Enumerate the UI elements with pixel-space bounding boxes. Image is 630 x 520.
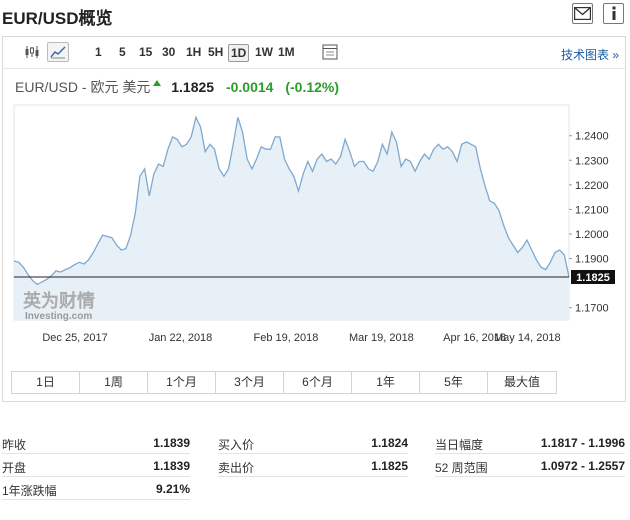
y-axis-tick-label: 1.2000 [575, 229, 609, 241]
stat-label: 买入价 [218, 438, 255, 452]
range-1m[interactable]: 1个月 [148, 372, 216, 393]
price-chart[interactable]: 英为财情Investing.com 1.1825 1.2400 1.2300 1.220… [3, 37, 627, 403]
y-axis-tick-label: 1.2300 [575, 155, 609, 167]
chart-panel: 1 5 15 30 1H 5H 1D 1W 1M 技术图表 » EUR/USD … [2, 36, 626, 402]
stats-column-3: 当日幅度 1.1817 - 1.1996 52 周范围 1.0972 - 1.2… [435, 431, 625, 477]
stat-label: 开盘 [2, 461, 27, 475]
info-icon [612, 6, 615, 20]
stat-row: 1年涨跌幅 9.21% [2, 477, 190, 500]
stat-row: 开盘 1.1839 [2, 454, 190, 477]
stat-value: 1.1839 [153, 436, 190, 450]
watermark-logo-text: 英为财情 [22, 290, 95, 312]
stat-label: 当日幅度 [435, 438, 484, 452]
range-1y[interactable]: 1年 [352, 372, 420, 393]
stat-row: 昨收 1.1839 [2, 431, 190, 454]
range-1d[interactable]: 1日 [12, 372, 80, 393]
y-axis-tick-label: 1.1900 [575, 254, 609, 266]
watermark-site-text: Investing.com [25, 311, 92, 322]
x-axis-tick-label: May 14, 2018 [494, 332, 561, 344]
mail-icon [574, 7, 591, 20]
x-axis-tick-label: Dec 25, 2017 [42, 332, 107, 344]
stat-row: 当日幅度 1.1817 - 1.1996 [435, 431, 625, 454]
x-axis-tick-label: Jan 22, 2018 [149, 332, 213, 344]
stat-row: 买入价 1.1824 [218, 431, 408, 454]
stat-value: 1.0972 - 1.2557 [540, 459, 625, 473]
info-button[interactable] [603, 3, 624, 24]
range-3m[interactable]: 3个月 [216, 372, 284, 393]
y-axis-tick-label: 1.2100 [575, 204, 609, 216]
y-axis-tick-label: 1.2200 [575, 180, 609, 192]
stats-column-1: 昨收 1.1839 开盘 1.1839 1年涨跌幅 9.21% [2, 431, 190, 500]
x-axis-tick-label: Mar 19, 2018 [349, 332, 414, 344]
stat-value: 1.1817 - 1.1996 [540, 436, 625, 450]
x-axis-tick-label: Feb 19, 2018 [254, 332, 319, 344]
range-6m[interactable]: 6个月 [284, 372, 352, 393]
stat-label: 卖出价 [218, 461, 255, 475]
range-1w[interactable]: 1周 [80, 372, 148, 393]
stat-label: 昨收 [2, 438, 27, 452]
current-price-label: 1.1825 [576, 272, 610, 284]
mail-button[interactable] [572, 3, 593, 24]
stat-label: 52 周范围 [435, 461, 488, 475]
stat-value: 1.1824 [371, 436, 408, 450]
stats-column-2: 买入价 1.1824 卖出价 1.1825 [218, 431, 408, 477]
range-max[interactable]: 最大值 [488, 372, 556, 393]
range-5y[interactable]: 5年 [420, 372, 488, 393]
stat-value: 9.21% [155, 482, 190, 496]
stat-value: 1.1825 [371, 459, 408, 473]
stat-row: 52 周范围 1.0972 - 1.2557 [435, 454, 625, 477]
page-title: EUR/USD概览 [2, 9, 113, 28]
stat-label: 1年涨跌幅 [2, 484, 57, 498]
y-axis-tick-label: 1.1700 [575, 303, 609, 315]
range-selector: 1日 1周 1个月 3个月 6个月 1年 5年 最大值 [11, 371, 557, 394]
stat-value: 1.1839 [153, 459, 190, 473]
y-axis-tick-label: 1.2400 [575, 131, 609, 143]
stat-row: 卖出价 1.1825 [218, 454, 408, 477]
